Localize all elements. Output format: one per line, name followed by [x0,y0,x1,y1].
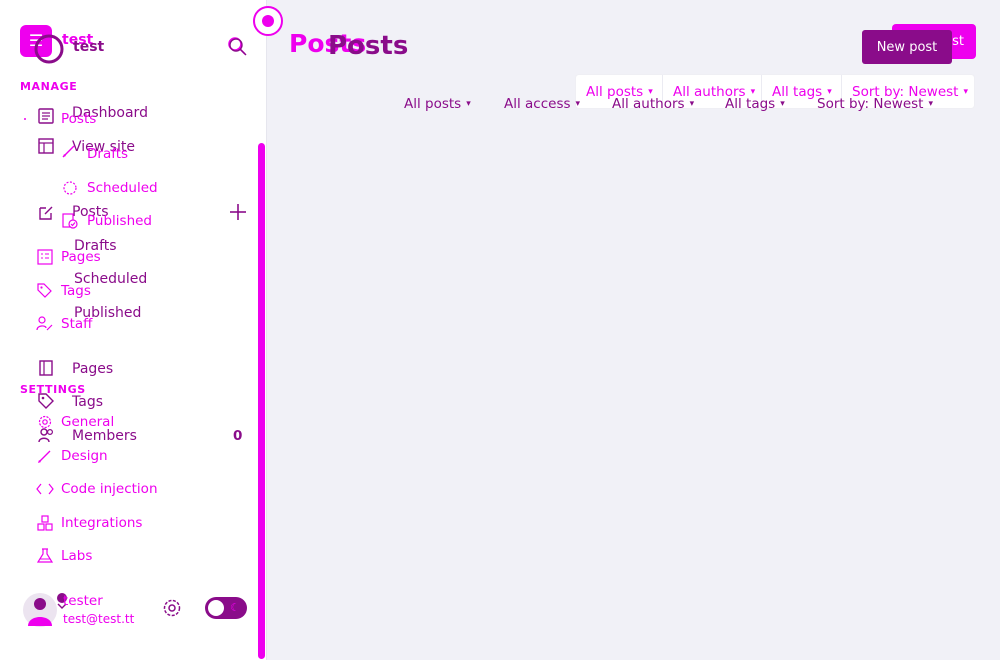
integrations-icon [36,514,54,532]
brush-icon [36,447,54,465]
toggle-knob [208,600,224,616]
published-icon [61,212,79,230]
nav-design[interactable]: Design [61,448,108,464]
nav-code-injection[interactable]: Code injection [61,481,158,497]
nav-members[interactable]: Members [72,428,137,444]
filter-all-authors[interactable]: All authors ▾ [612,96,694,112]
admin-app: ☰ test test MANAGE Dashboard View site P… [0,0,1000,660]
new-post-button[interactable]: New post [862,30,952,64]
nav-general[interactable]: General [61,414,114,430]
filter-all-tags[interactable]: All tags ▾ [725,96,785,112]
chevron-down-icon: ▾ [780,99,785,109]
gear-icon[interactable] [161,597,183,619]
chevron-down-icon: ▾ [963,87,968,97]
settings-section-label: SETTINGS [20,383,86,396]
chevron-down-icon: ▾ [466,99,471,109]
moon-icon: ☾ [230,601,240,614]
nav-labs[interactable]: Labs [61,548,92,564]
user-email: test@test.tt [63,612,135,626]
view-site-icon [37,137,55,155]
clock-icon [62,180,78,196]
code-icon [35,481,55,497]
active-indicator-dot [24,118,26,120]
nav-pink-scheduled[interactable]: Scheduled [87,180,158,196]
add-post-icon[interactable] [228,202,248,222]
nav-pink-published[interactable]: Published [87,213,152,229]
page-title: Posts [328,31,409,61]
focus-ring-icon [253,6,283,36]
chevron-down-icon: ▾ [689,99,695,109]
manage-section-label: MANAGE [20,80,78,93]
tag-outline-icon [36,282,54,300]
user-name-pink[interactable]: tester [63,593,103,609]
pages-list-icon [36,248,54,266]
site-logo-icon [33,33,65,65]
nav-pink-pages[interactable]: Pages [61,249,101,265]
gear-small-icon [36,413,54,431]
sidebar: ☰ test test MANAGE Dashboard View site P… [0,0,267,660]
nav-pink-staff[interactable]: Staff [61,316,92,332]
new-post-label: New post [876,39,938,55]
site-title[interactable]: test [73,39,104,55]
nav-integrations[interactable]: Integrations [61,515,142,531]
staff-icon [36,315,54,333]
nav-pink-tags[interactable]: Tags [61,283,91,299]
nav-pink-drafts[interactable]: Drafts [87,146,128,162]
pen-icon [61,143,77,159]
compose-icon [37,204,55,222]
chevron-down-icon: ▾ [928,99,933,109]
members-count-badge: 0 [233,428,243,444]
pages-icon [37,359,55,377]
nav-tags[interactable]: Tags [72,394,103,410]
sidebar-scrollbar[interactable] [258,143,265,659]
flask-icon [36,547,54,565]
avatar[interactable] [20,590,68,630]
nav-pages[interactable]: Pages [72,361,113,377]
dashboard-icon [37,107,55,125]
filter-all-access[interactable]: All access ▾ [504,96,580,112]
filter-all-posts[interactable]: All posts ▾ [404,96,471,112]
chevron-down-icon: ▾ [575,99,581,109]
nav-pink-posts[interactable]: Posts [61,111,96,127]
filter-sort[interactable]: Sort by: Newest ▾ [817,96,933,112]
night-mode-toggle[interactable]: ☾ [205,597,247,619]
search-icon[interactable] [226,35,248,57]
